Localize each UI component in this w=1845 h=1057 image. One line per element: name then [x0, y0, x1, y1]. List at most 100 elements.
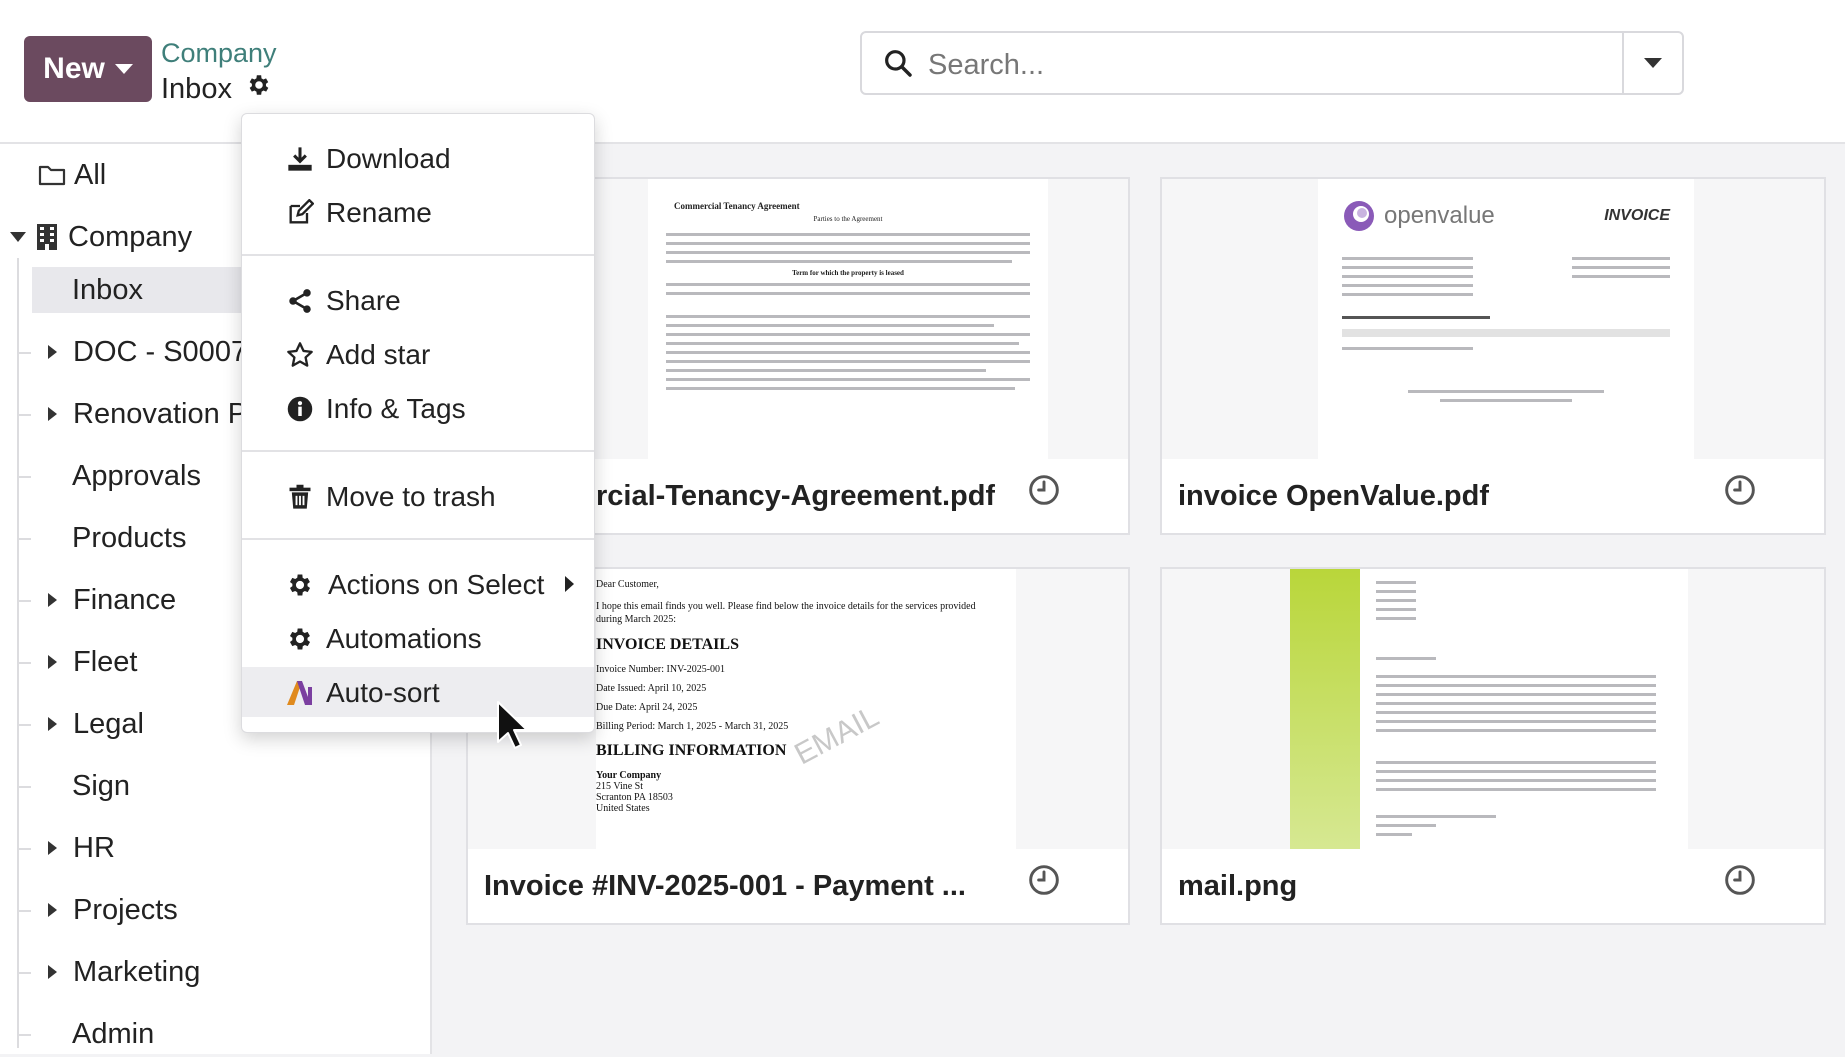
- tree-tick: [19, 600, 31, 602]
- caret-right-icon[interactable]: [48, 903, 57, 917]
- menu-item-auto-sort[interactable]: Auto-sort: [242, 667, 594, 717]
- email-address: 215 Vine St: [596, 781, 643, 792]
- caret-down-icon[interactable]: [10, 232, 26, 242]
- sidebar-item-marketing[interactable]: Marketing: [48, 949, 200, 995]
- folder-icon: [38, 163, 66, 187]
- caret-right-icon[interactable]: [48, 593, 57, 607]
- gear-icon[interactable]: [246, 72, 272, 106]
- email-line: Invoice Number: INV-2025-001: [596, 664, 726, 675]
- tree-tick: [19, 352, 31, 354]
- sidebar-item-products[interactable]: Products: [72, 515, 186, 561]
- menu-item-label: Rename: [326, 197, 432, 228]
- trash-icon: [286, 483, 314, 518]
- document-preview: openvalue INVOICE: [1162, 179, 1824, 459]
- sidebar-item-label: Approvals: [72, 459, 201, 492]
- menu-item-label: Move to trash: [326, 481, 496, 512]
- tree-tick: [19, 724, 31, 726]
- email-line: Due Date: April 24, 2025: [596, 702, 698, 713]
- sidebar-item-label: Legal: [73, 707, 144, 740]
- menu-item-share[interactable]: Share: [242, 275, 594, 325]
- email-address: Scranton PA 18503: [596, 792, 673, 803]
- clock-icon[interactable]: [1028, 474, 1060, 511]
- document-name[interactable]: invoice OpenValue.pdf: [1178, 480, 1489, 513]
- menu-item-move-trash[interactable]: Move to trash: [242, 471, 594, 521]
- breadcrumb-current-label: Inbox: [161, 72, 232, 105]
- sidebar-item-all[interactable]: All: [38, 152, 106, 198]
- caret-right-icon[interactable]: [48, 965, 57, 979]
- caret-right-icon[interactable]: [48, 345, 57, 359]
- sidebar-item-approvals[interactable]: Approvals: [72, 453, 201, 499]
- document-name[interactable]: rcial-Tenancy-Agreement.pdf: [596, 480, 995, 513]
- openvalue-logo-icon: [1342, 199, 1376, 233]
- sidebar-item-label: Projects: [73, 893, 178, 926]
- document-card[interactable]: mail.png: [1160, 567, 1826, 925]
- sidebar-item-label: Company: [68, 220, 193, 253]
- info-icon: [286, 395, 314, 430]
- gear-icon: [286, 571, 314, 606]
- tree-tick: [19, 910, 31, 912]
- search-input[interactable]: Search...: [928, 49, 1044, 82]
- clock-icon[interactable]: [1724, 864, 1756, 901]
- star-icon: [286, 341, 314, 376]
- sidebar-item-doc[interactable]: DOC - S0007: [48, 329, 247, 375]
- caret-right-icon[interactable]: [48, 717, 57, 731]
- caret-right-icon[interactable]: [48, 655, 57, 669]
- folder-actions-menu: Download Rename Share Add star Info & Ta…: [241, 113, 595, 733]
- email-heading-invoice: INVOICE DETAILS: [596, 636, 739, 653]
- menu-item-label: Add star: [326, 339, 431, 370]
- image-green-band: [1290, 569, 1360, 849]
- sidebar-item-renovation[interactable]: Renovation P: [48, 391, 247, 437]
- document-card[interactable]: openvalue INVOICE invoice OpenValue.pdf: [1160, 177, 1826, 535]
- tree-tick: [19, 786, 31, 788]
- document-preview: [1162, 569, 1824, 849]
- breadcrumb-parent[interactable]: Company: [161, 38, 277, 69]
- caret-right-icon[interactable]: [48, 841, 57, 855]
- menu-item-info-tags[interactable]: Info & Tags: [242, 383, 594, 433]
- sidebar-item-fleet[interactable]: Fleet: [48, 639, 137, 685]
- sidebar-item-inbox[interactable]: Inbox: [32, 267, 242, 313]
- menu-item-download[interactable]: Download: [242, 133, 594, 183]
- caret-down-icon: [1644, 58, 1662, 68]
- menu-item-rename[interactable]: Rename: [242, 187, 594, 237]
- menu-item-add-star[interactable]: Add star: [242, 329, 594, 379]
- email-address: United States: [596, 803, 650, 814]
- sidebar-item-label: Sign: [72, 769, 131, 802]
- sidebar-item-label: Finance: [73, 583, 177, 616]
- clock-icon[interactable]: [1724, 474, 1756, 511]
- sidebar-item-label: Renovation P: [73, 397, 248, 430]
- caret-right-icon[interactable]: [48, 407, 57, 421]
- sidebar-item-label: Products: [72, 521, 187, 554]
- sidebar-item-hr[interactable]: HR: [48, 825, 115, 871]
- invoice-heading: INVOICE: [1604, 207, 1670, 224]
- sidebar-item-label: HR: [73, 831, 115, 864]
- tree-tick: [19, 414, 31, 416]
- sidebar-item-label: All: [74, 158, 107, 191]
- caret-right-icon: [565, 576, 574, 592]
- sidebar-item-projects[interactable]: Projects: [48, 887, 178, 933]
- tree-tick: [19, 1034, 31, 1036]
- clock-icon[interactable]: [1028, 864, 1060, 901]
- sidebar-item-company[interactable]: Company: [10, 214, 192, 260]
- new-button[interactable]: New: [24, 36, 152, 102]
- sidebar-item-label: Marketing: [73, 955, 201, 988]
- sidebar-item-label: Admin: [72, 1017, 155, 1050]
- menu-item-automations[interactable]: Automations: [242, 613, 594, 663]
- sidebar-item-label: Fleet: [73, 645, 138, 678]
- menu-separator: [242, 538, 594, 540]
- building-icon: [36, 223, 58, 251]
- sidebar-item-finance[interactable]: Finance: [48, 577, 176, 623]
- sidebar-item-label: Inbox: [72, 273, 143, 306]
- menu-item-label: Auto-sort: [326, 677, 440, 708]
- sidebar-item-legal[interactable]: Legal: [48, 701, 144, 747]
- search-options-toggle[interactable]: [1622, 33, 1682, 93]
- sidebar-item-admin[interactable]: Admin: [72, 1011, 154, 1057]
- tree-tick: [19, 662, 31, 664]
- search-icon: [882, 47, 914, 84]
- sidebar-item-sign[interactable]: Sign: [72, 763, 130, 809]
- menu-item-actions-on-select[interactable]: Actions on Select: [242, 559, 594, 609]
- menu-item-label: Actions on Select: [328, 569, 545, 600]
- document-name[interactable]: Invoice #INV-2025-001 - Payment ...: [484, 870, 966, 903]
- tree-guide-line: [17, 258, 19, 1048]
- email-intro: I hope this email finds you well. Please…: [596, 601, 976, 625]
- document-name[interactable]: mail.png: [1178, 870, 1297, 903]
